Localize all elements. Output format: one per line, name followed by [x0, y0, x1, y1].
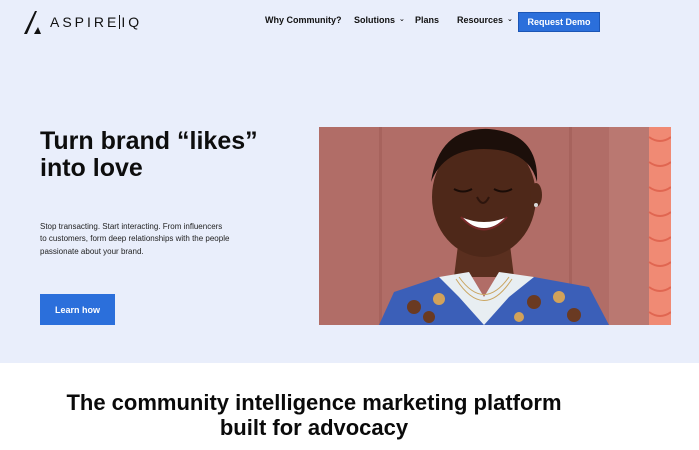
hero-subtext: Stop transacting. Start interacting. Fro… — [40, 222, 230, 256]
platform-section: The community intelligence marketing pla… — [0, 363, 699, 450]
nav-resources-label: Resources — [457, 15, 504, 25]
aspireiq-logo-mark-icon — [24, 11, 41, 34]
logo-wordmark-suffix: IQ — [121, 14, 143, 30]
smiling-woman-illustration — [319, 127, 671, 325]
nav-why-community-label: Why Community? — [265, 15, 342, 25]
nav-why-community[interactable]: Why Community? — [265, 15, 342, 25]
request-demo-button[interactable]: Request Demo — [518, 12, 600, 32]
chevron-down-icon: ⌄ — [507, 16, 513, 23]
nav-plans-label: Plans — [415, 15, 440, 25]
nav-plans[interactable]: Plans — [415, 15, 439, 25]
platform-title-line2: built for advocacy — [219, 414, 409, 440]
hero-section: Turn brand “likes” into love Stop transa… — [0, 44, 699, 363]
hero-headline: Turn brand “likes” into love — [40, 127, 258, 182]
nav-solutions-label: Solutions — [354, 15, 395, 25]
learn-how-button[interactable]: Learn how — [40, 294, 115, 325]
logo-wordmark-main: ASPIRE — [50, 14, 120, 30]
platform-title: The community intelligence marketing pla… — [14, 390, 614, 440]
logo-wordmark: ASPIRE IQ — [50, 14, 142, 30]
top-navbar: ASPIRE IQ Why Community? Solutions ⌄ Plan… — [0, 0, 699, 44]
nav-resources[interactable]: Resources ⌄ — [457, 15, 513, 25]
platform-title-line1: The community intelligence marketing pla… — [66, 390, 562, 415]
aspireiq-logo[interactable]: ASPIRE IQ — [22, 9, 142, 35]
hero-photo — [319, 127, 671, 325]
chevron-down-icon: ⌄ — [399, 16, 405, 23]
nav-solutions[interactable]: Solutions ⌄ — [354, 15, 405, 25]
